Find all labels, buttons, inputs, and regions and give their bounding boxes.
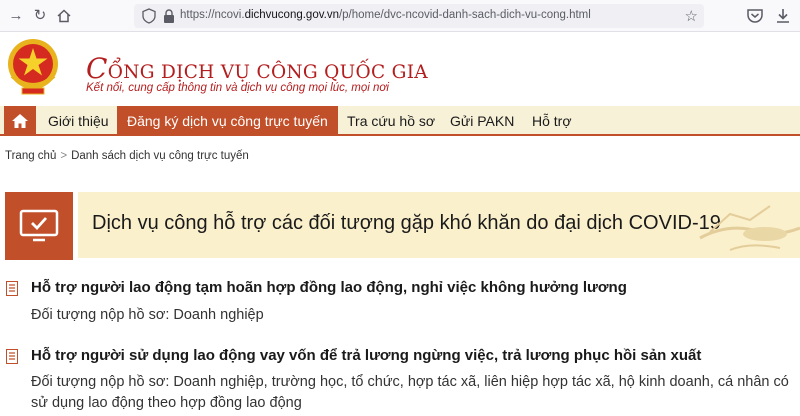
breadcrumb-current: Danh sách dịch vụ công trực tuyến bbox=[71, 150, 249, 162]
site-title[interactable]: CỔNG DỊCH VỤ CÔNG QUỐC GIA bbox=[86, 52, 428, 85]
reload-icon[interactable]: ↻ bbox=[30, 6, 50, 26]
menu-home-button[interactable] bbox=[4, 106, 36, 136]
breadcrumb-home-link[interactable]: Trang chủ bbox=[5, 150, 56, 162]
breadcrumb-separator: > bbox=[60, 150, 68, 162]
forward-icon[interactable]: → bbox=[6, 6, 26, 26]
service-title-link[interactable]: Hỗ trợ người lao động tạm hoãn hợp đồng … bbox=[31, 279, 627, 296]
main-menu: Giới thiệu Đăng ký dịch vụ công trực tuy… bbox=[0, 106, 800, 136]
bookmark-star-icon[interactable]: ☆ bbox=[685, 7, 698, 25]
menu-item-ho-tro[interactable]: Hỗ trợ bbox=[532, 106, 572, 136]
banner-icon-box bbox=[5, 192, 73, 260]
lock-icon[interactable] bbox=[162, 8, 176, 24]
home-icon[interactable] bbox=[54, 6, 74, 26]
address-bar[interactable]: https://ncovi.dichvucong.gov.vn/p/home/d… bbox=[134, 4, 704, 28]
service-subjects-continued: sử dụng lao động theo hợp đồng lao động bbox=[31, 395, 302, 411]
menu-item-gioi-thieu[interactable]: Giới thiệu bbox=[48, 106, 109, 136]
document-icon bbox=[6, 281, 18, 296]
site-tagline: Kết nối, cung cấp thông tin và dịch vụ c… bbox=[86, 82, 389, 94]
menu-item-gui-pakn[interactable]: Gửi PAKN bbox=[450, 106, 514, 136]
service-title-link[interactable]: Hỗ trợ người sử dụng lao động vay vốn để… bbox=[31, 347, 701, 364]
menu-item-tra-cuu-ho-so[interactable]: Tra cứu hồ sơ bbox=[347, 106, 435, 136]
menu-item-dang-ky-dvc[interactable]: Đăng ký dịch vụ công trực tuyến bbox=[117, 106, 338, 136]
service-subjects: Đối tượng nộp hồ sơ: Doanh nghiệp bbox=[31, 307, 264, 323]
site-header: CỔNG DỊCH VỤ CÔNG QUỐC GIA Kết nối, cung… bbox=[0, 32, 800, 104]
document-icon bbox=[6, 349, 18, 364]
browser-toolbar: → ↻ https://ncovi.dichvucong.gov.vn/p/ho… bbox=[0, 0, 800, 32]
monitor-checkmark-icon bbox=[19, 209, 59, 242]
url-text[interactable]: https://ncovi.dichvucong.gov.vn/p/home/d… bbox=[180, 9, 591, 21]
banner: Dịch vụ công hỗ trợ các đối tượng gặp kh… bbox=[78, 192, 800, 258]
national-emblem-logo[interactable] bbox=[4, 36, 62, 98]
home-icon bbox=[12, 114, 28, 128]
service-subjects: Đối tượng nộp hồ sơ: Doanh nghiệp, trườn… bbox=[31, 374, 789, 390]
crane-bird-decoration bbox=[699, 205, 800, 251]
breadcrumb: Trang chủ > Danh sách dịch vụ công trực tu… bbox=[5, 150, 249, 162]
pocket-icon[interactable] bbox=[746, 7, 764, 25]
shield-icon[interactable] bbox=[142, 8, 156, 24]
download-icon[interactable] bbox=[774, 7, 792, 25]
